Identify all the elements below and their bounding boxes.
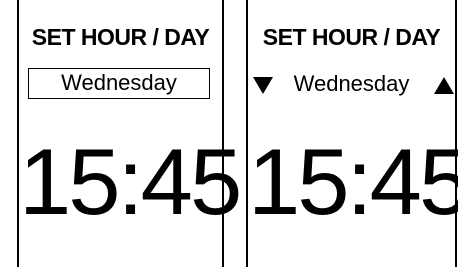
day-selector[interactable]: Wednesday (248, 68, 455, 99)
time-display: 15:45 (19, 129, 242, 234)
screen-title: SET HOUR / DAY (31, 24, 210, 50)
time-display: 15:45 (248, 129, 458, 234)
screen-title: SET HOUR / DAY (262, 24, 441, 50)
display-screen-left: SET HOUR / DAY Wednesday 15:45 (17, 0, 242, 267)
triangle-up-icon[interactable] (434, 77, 454, 94)
day-selector-highlighted[interactable]: Wednesday (28, 68, 210, 99)
display-screen-right: SET HOUR / DAY Wednesday 15:45 (246, 0, 458, 267)
